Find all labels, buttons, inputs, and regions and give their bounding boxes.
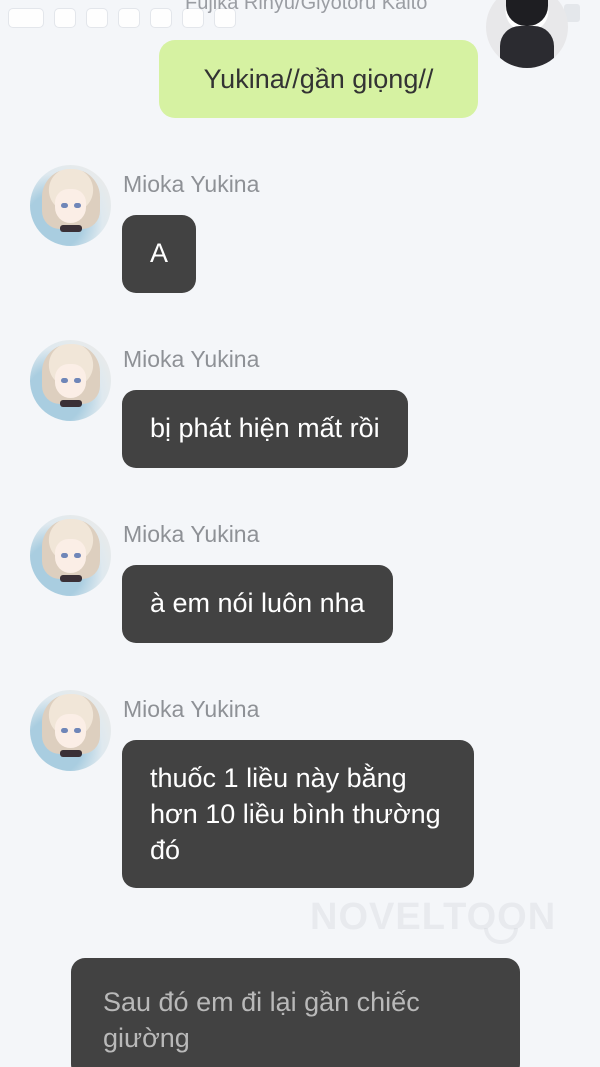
- sender-name: Mioka Yukina: [123, 521, 260, 547]
- avatar-choker: [60, 400, 82, 407]
- avatar[interactable]: [30, 165, 111, 246]
- pinterest-icon: [118, 8, 140, 28]
- avatar-eye: [61, 378, 68, 383]
- avatar-eye: [61, 553, 68, 558]
- narration-box[interactable]: Sau đó em đi lại gần chiếc giường: [71, 958, 520, 1067]
- app-icon: [150, 8, 172, 28]
- message-icon: [86, 8, 108, 28]
- avatar-choker: [60, 750, 82, 757]
- avatar-hair: [506, 0, 548, 26]
- avatar-face: [55, 539, 86, 573]
- calendar-icon: [54, 8, 76, 28]
- avatar-face: [55, 364, 86, 398]
- incoming-message-bubble[interactable]: A: [122, 215, 197, 293]
- incoming-message-bubble[interactable]: thuốc 1 liều này bằng hơn 10 liều bình t…: [122, 740, 474, 888]
- avatar-eye: [74, 378, 81, 383]
- avatar-eye: [74, 728, 81, 733]
- avatar-choker: [60, 225, 82, 232]
- chat-icon: [8, 8, 44, 28]
- watermark: NOVELTOON: [310, 896, 557, 938]
- outgoing-sender-names: Fujika Rinyu/Giyotoru Kaito: [185, 0, 428, 14]
- avatar-body: [500, 26, 554, 68]
- avatar-face: [55, 189, 86, 223]
- avatar[interactable]: [30, 690, 111, 771]
- chat-screen: Fujika Rinyu/Giyotoru Kaito Yukina//gần …: [0, 0, 600, 1067]
- avatar-eye: [61, 203, 68, 208]
- incoming-message-bubble[interactable]: bị phát hiện mất rồi: [122, 390, 408, 468]
- outgoing-message-bubble[interactable]: Yukina//gần giọng//: [159, 40, 478, 118]
- incoming-message-bubble[interactable]: à em nói luôn nha: [122, 565, 393, 643]
- avatar-face: [55, 714, 86, 748]
- watermark-smile-icon: [484, 928, 518, 944]
- avatar-eye: [61, 728, 68, 733]
- avatar[interactable]: [30, 515, 111, 596]
- avatar-eye: [74, 553, 81, 558]
- avatar[interactable]: [30, 340, 111, 421]
- avatar-choker: [60, 575, 82, 582]
- sender-name: Mioka Yukina: [123, 346, 260, 372]
- avatar-eye: [74, 203, 81, 208]
- sender-name: Mioka Yukina: [123, 171, 260, 197]
- sender-name: Mioka Yukina: [123, 696, 260, 722]
- outgoing-avatar[interactable]: [486, 0, 568, 68]
